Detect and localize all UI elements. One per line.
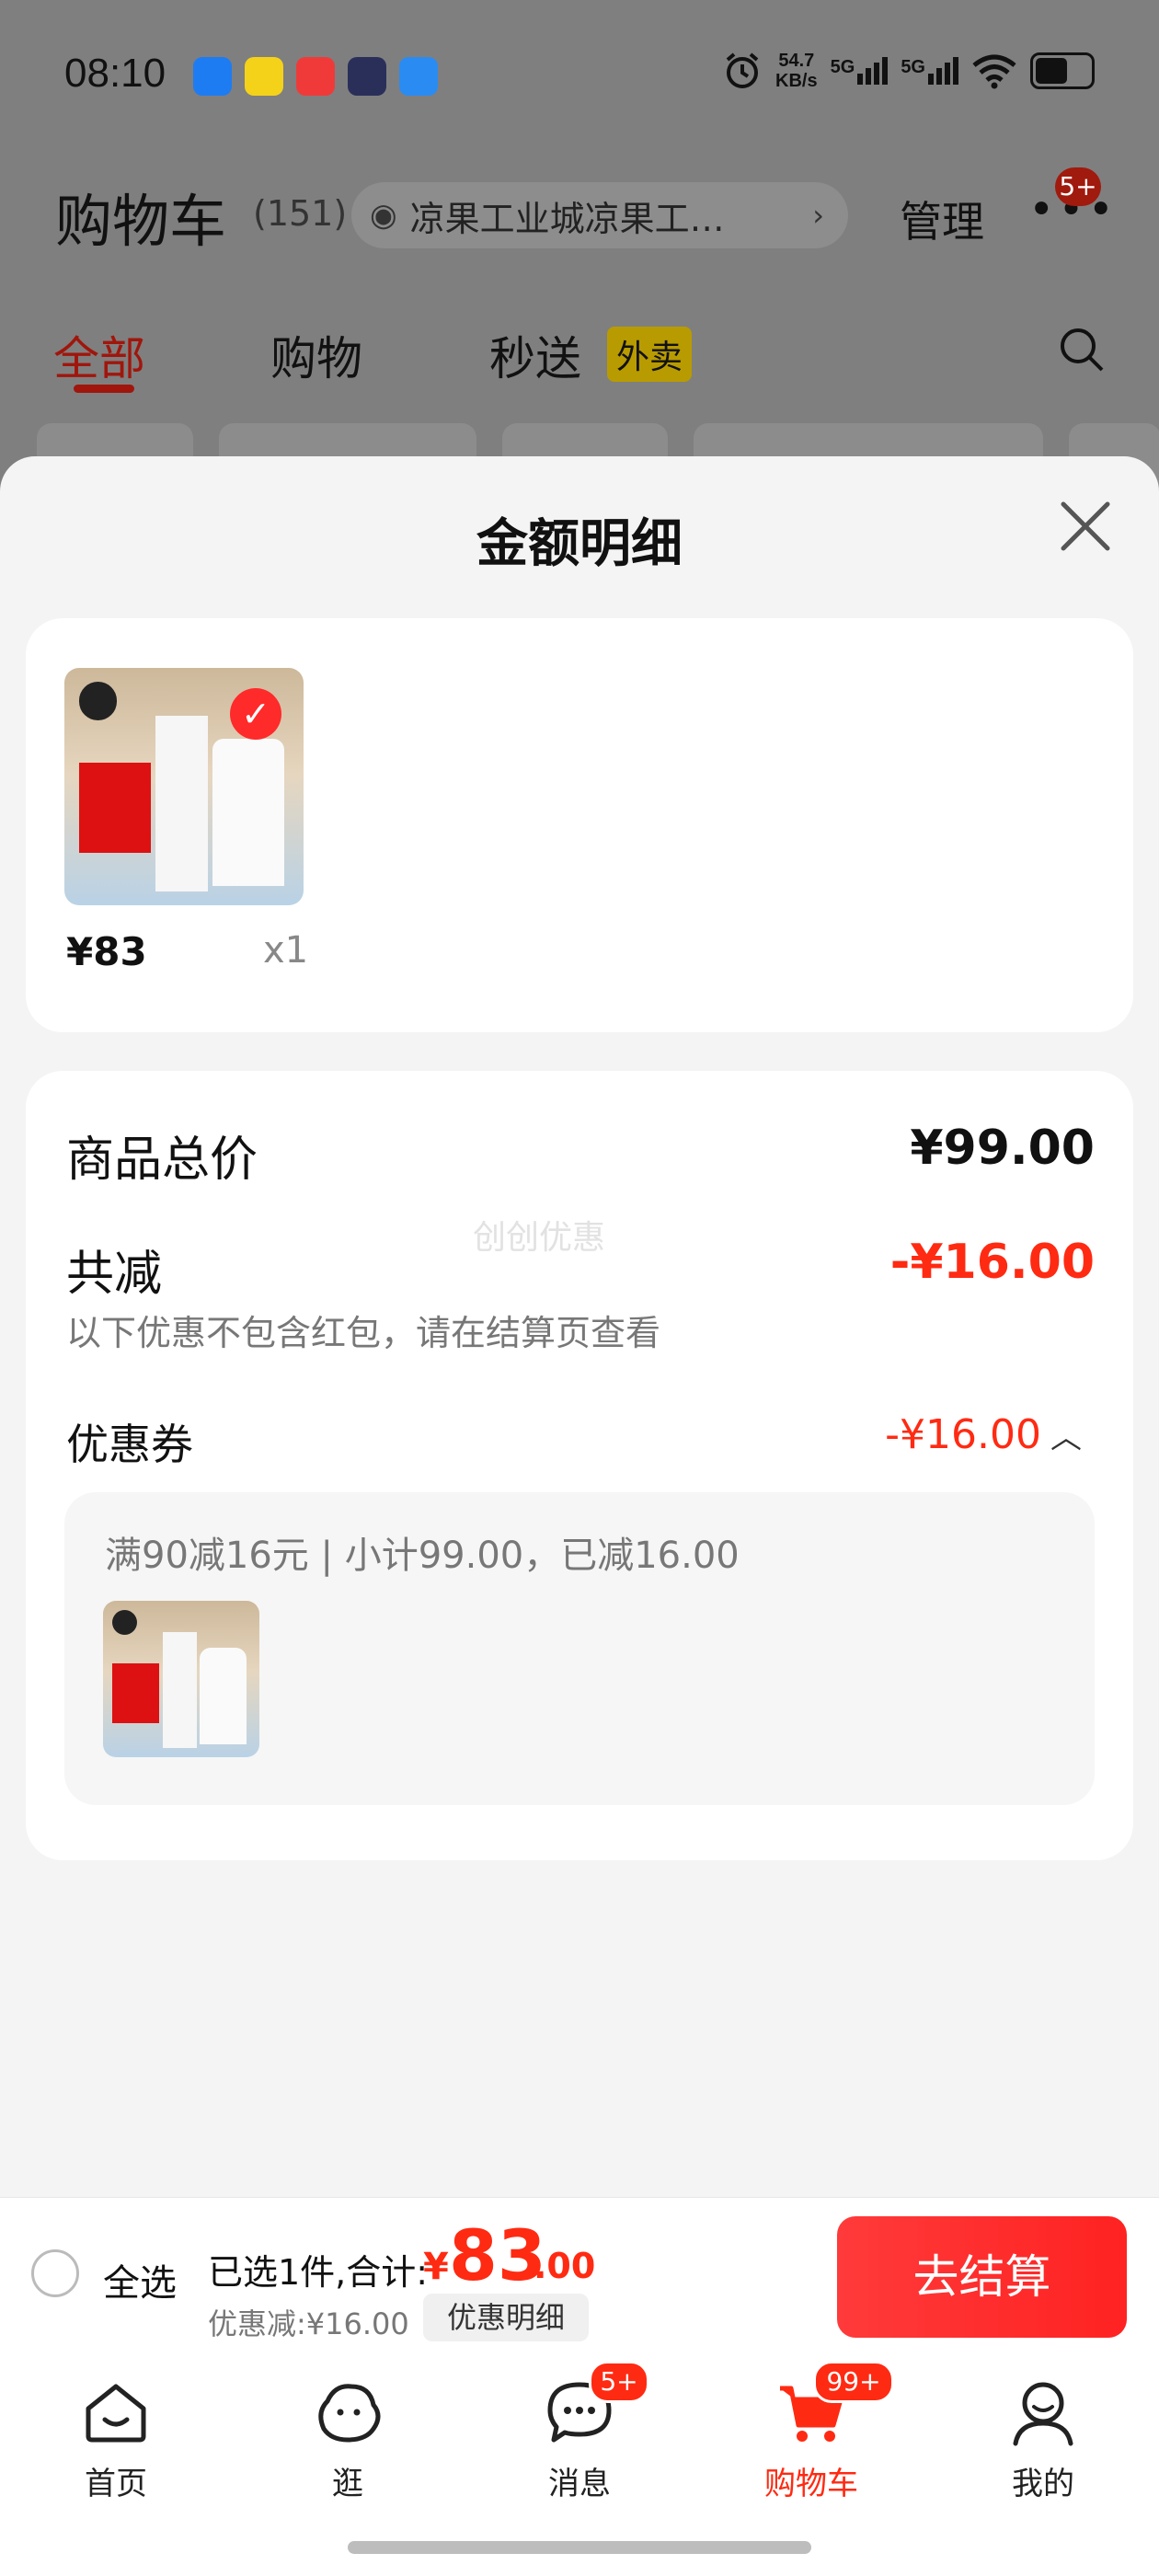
notification-app-icons [193, 57, 438, 96]
cart-badge: 99+ [813, 2361, 894, 2403]
total-reduction-value: -¥16.00 [889, 1235, 1095, 1290]
location-text: 凉果工业城凉果工… [409, 198, 725, 239]
chevron-right-icon: › [812, 198, 824, 233]
discount-detail-button[interactable]: 优惠明细 [423, 2294, 589, 2341]
network-speed-value: 54.7 [778, 51, 815, 71]
product-image[interactable]: ✓ [64, 668, 304, 905]
reduction-note: 以下优惠不包含红包，请在结算页查看 [66, 1313, 661, 1353]
status-time: 08:10 [64, 51, 166, 96]
more-badge: 5+ [1055, 167, 1101, 206]
product-price: ¥83 [66, 929, 147, 974]
eye-icon: ◉ [370, 197, 397, 234]
coupon-toggle[interactable]: -¥16.00 ︿ [885, 1411, 1082, 1458]
chevron-up-icon: ︿ [1050, 1420, 1082, 1456]
signal-bars-icon [857, 57, 889, 85]
total-currency: ¥ [423, 2246, 449, 2288]
checkout-button[interactable]: 去结算 [837, 2216, 1127, 2338]
network-speed-unit: KB/s [775, 71, 818, 91]
signal-indicator-2: 5G [901, 57, 958, 85]
price-summary-card: 商品总价 ¥99.00 创创优惠 共减 -¥16.00 以下优惠不包含红包，请在… [26, 1071, 1133, 1860]
coupon-detail-text: 满90减16元 | 小计99.00，已减16.00 [105, 1535, 740, 1577]
status-indicators: 54.7 KB/s 5G 5G [722, 51, 1095, 91]
home-icon [86, 2384, 146, 2443]
browse-icon [318, 2384, 381, 2443]
watermark-text: 创创优惠 [473, 1219, 606, 1257]
network-speed: 54.7 KB/s [775, 51, 818, 91]
signal-bars-icon [928, 57, 958, 85]
battery-icon [1030, 52, 1095, 89]
app-notification-icon [245, 57, 283, 96]
select-all-label[interactable]: 全选 [103, 2253, 177, 2306]
status-bar: 08:10 54.7 KB/s 5G 5G [0, 0, 1159, 156]
takeaway-tag: 外卖 [607, 327, 693, 382]
category-tabs: 全部 购物 秒送 [0, 322, 1159, 396]
product-card: ✓ ¥83 x1 [26, 618, 1133, 1032]
page-title: 购物车 [55, 188, 227, 255]
app-notification-icon [296, 57, 335, 96]
manage-button[interactable]: 管理 [900, 189, 984, 249]
network-type-label: 5G [830, 57, 855, 77]
tab-browse[interactable]: 逛 [283, 2375, 412, 2503]
cart-count: (151) [253, 193, 348, 234]
home-indicator[interactable] [348, 2541, 811, 2554]
close-icon[interactable] [1049, 489, 1122, 563]
coupon-detail-box: 满90减16元 | 小计99.00，已减16.00 [64, 1492, 1095, 1805]
app-notification-icon [193, 57, 232, 96]
app-notification-icon [399, 57, 438, 96]
select-all-radio[interactable] [31, 2249, 79, 2297]
product-quantity: x1 [263, 929, 309, 972]
location-selector[interactable]: ◉ 凉果工业城凉果工… › [351, 182, 848, 248]
tab-browse-label: 逛 [332, 2466, 363, 2502]
checkout-bar: 全选 已选1件,合计: ¥ 83 .00 优惠减:¥16.00 优惠明细 去结算 [0, 2197, 1159, 2358]
total-reduction-label: 共减 [66, 1247, 163, 1302]
sheet-title: 金额明细 [476, 514, 683, 574]
total-price-label: 商品总价 [66, 1133, 258, 1188]
total-amount-decimal: .00 [534, 2246, 596, 2286]
tab-cart-label: 购物车 [764, 2466, 858, 2502]
wifi-icon [972, 54, 1016, 89]
total-price-value: ¥99.00 [910, 1121, 1095, 1176]
profile-icon [1013, 2382, 1073, 2446]
alarm-icon [726, 52, 759, 88]
coupon-product-image [103, 1601, 259, 1757]
search-icon[interactable] [1058, 326, 1107, 386]
messages-badge: 5+ [589, 2361, 649, 2403]
tab-home[interactable]: 首页 [52, 2375, 180, 2503]
tab-all[interactable]: 全部 [53, 322, 145, 388]
tab-instant[interactable]: 秒送 [489, 322, 581, 388]
app-notification-icon [348, 57, 386, 96]
tab-mine[interactable]: 我的 [979, 2375, 1107, 2503]
tab-active-indicator [74, 385, 134, 393]
total-amount-integer: 83 [449, 2214, 546, 2296]
signal-indicator-1: 5G [831, 57, 889, 85]
tab-home-label: 首页 [85, 2466, 147, 2502]
tab-mine-label: 我的 [1012, 2466, 1074, 2502]
network-type-label: 5G [901, 57, 925, 77]
coupon-label: 优惠券 [66, 1420, 193, 1469]
tab-shopping[interactable]: 购物 [270, 322, 362, 388]
tab-messages-label: 消息 [548, 2466, 611, 2502]
coupon-value: -¥16.00 [885, 1411, 1041, 1458]
selected-summary: 已选1件,合计: [208, 2252, 429, 2293]
selected-check-icon: ✓ [230, 688, 281, 740]
discount-summary: 优惠减:¥16.00 [208, 2306, 409, 2341]
